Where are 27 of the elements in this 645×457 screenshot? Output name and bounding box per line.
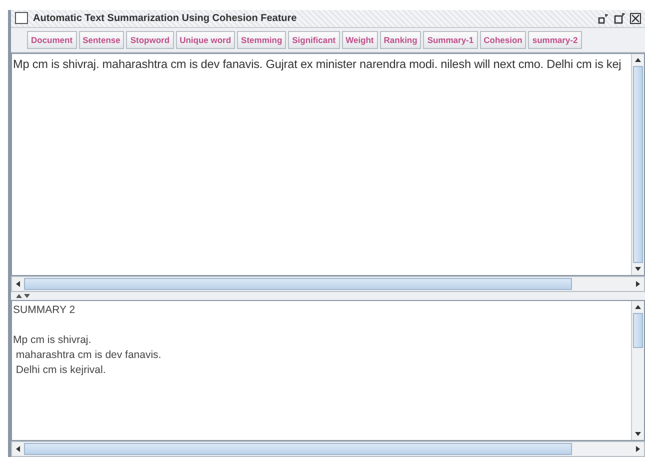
horizontal-scrollbar[interactable] xyxy=(11,276,645,292)
toolbar-button[interactable]: Stopword xyxy=(126,30,174,49)
toolbar-button[interactable]: Document xyxy=(27,30,77,49)
scroll-thumb[interactable] xyxy=(633,66,643,264)
minimize-icon[interactable] xyxy=(598,12,609,24)
toolbar-button[interactable]: Unique word xyxy=(176,30,236,49)
toolbar-button[interactable]: Ranking xyxy=(380,30,422,49)
toolbar-button[interactable]: summary-2 xyxy=(528,30,582,49)
split-arrows-icon[interactable] xyxy=(15,293,31,300)
summary-text: SUMMARY 2 Mp cm is shivraj. maharashtra cm is dev fanavis. Delhi cm is kejrival. xyxy=(12,303,162,378)
vertical-scrollbar[interactable] xyxy=(631,301,644,440)
toolbar-button[interactable]: Cohesion xyxy=(480,30,526,49)
scroll-thumb[interactable] xyxy=(633,313,643,348)
toolbar-button[interactable]: Significant xyxy=(288,30,340,49)
horizontal-scrollbar[interactable] xyxy=(11,441,645,457)
maximize-icon[interactable] xyxy=(614,12,625,24)
scroll-thumb[interactable] xyxy=(24,278,572,290)
vertical-scrollbar[interactable] xyxy=(631,54,644,276)
toolbar-button[interactable]: Summary-1 xyxy=(423,30,478,49)
scroll-thumb[interactable] xyxy=(24,443,572,456)
toolbar-button[interactable]: Sentense xyxy=(78,30,124,49)
window-title: Automatic Text Summarization Using Cohesion Feature xyxy=(33,12,297,24)
document-text: Mp cm is shivraj. maharashtra cm is dev fanavis. Gujrat ex minister narendra modi. nilesh will next cmo. Delhi cm is kej xyxy=(12,56,622,71)
window-icon xyxy=(15,12,28,24)
toolbar-button[interactable]: Weight xyxy=(342,30,378,49)
close-icon[interactable] xyxy=(630,12,641,24)
toolbar-button[interactable]: Stemming xyxy=(237,30,286,49)
